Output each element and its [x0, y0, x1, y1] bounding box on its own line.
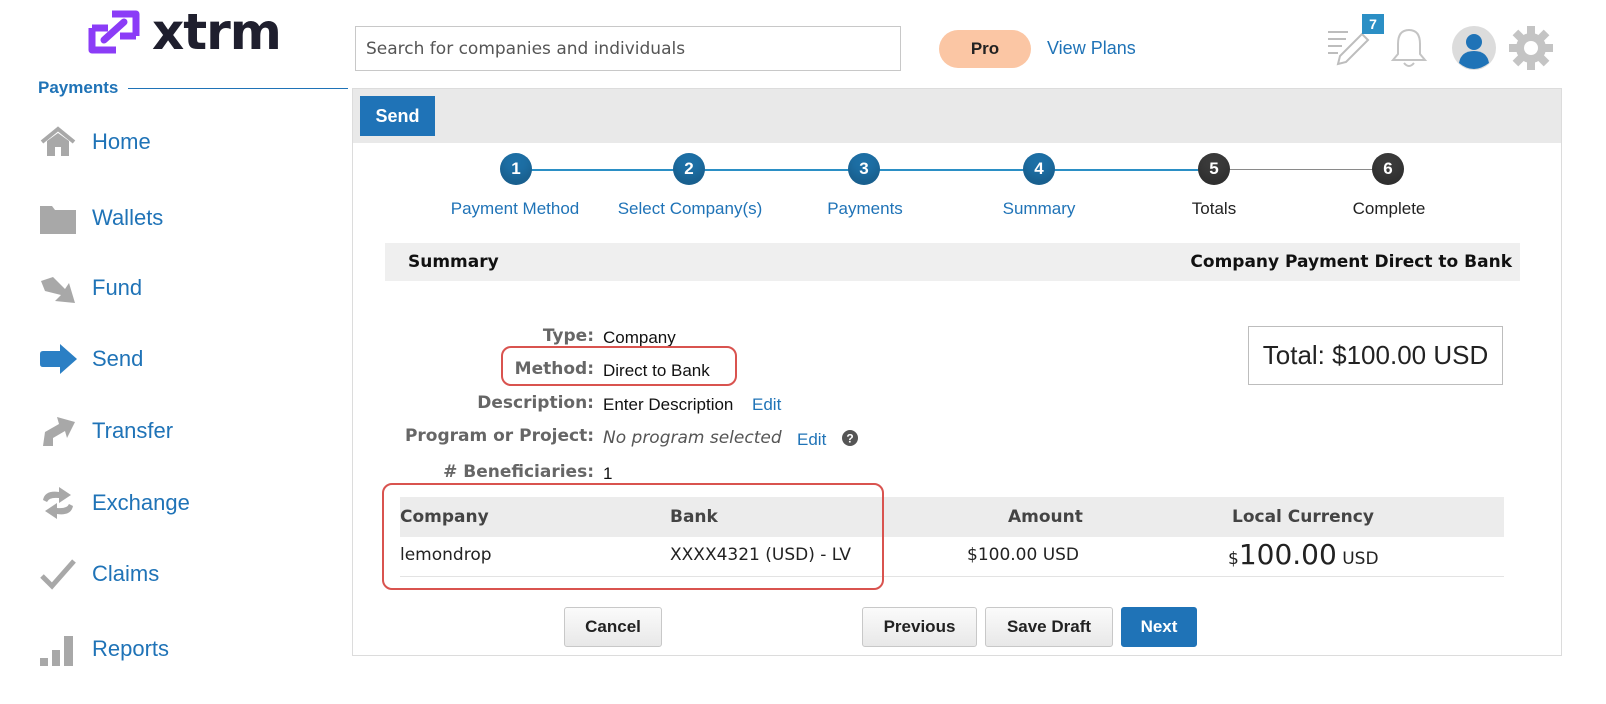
gear-icon[interactable]: [1507, 24, 1555, 77]
step-6-circle: 6: [1372, 153, 1404, 185]
sidebar-item-label: Send: [92, 346, 144, 371]
next-button[interactable]: Next: [1121, 607, 1197, 647]
program-value: No program selected: [603, 428, 782, 448]
cancel-button[interactable]: Cancel: [564, 607, 662, 647]
fund-arrow-icon: [38, 270, 78, 306]
bar-chart-icon: [38, 631, 78, 667]
previous-button[interactable]: Previous: [862, 607, 977, 647]
program-label: Program or Project:: [404, 426, 594, 446]
notification-count-badge: 7: [1362, 14, 1384, 34]
search-input[interactable]: [355, 26, 901, 71]
sidebar-item-home[interactable]: Home: [38, 124, 151, 160]
step-3-circle[interactable]: 3: [848, 153, 880, 185]
user-avatar-icon[interactable]: [1451, 25, 1497, 76]
exchange-icon: [38, 485, 78, 521]
sidebar-item-label: Wallets: [92, 205, 164, 230]
total-amount-box: Total: $100.00 USD: [1248, 326, 1503, 385]
folder-icon: [38, 200, 78, 236]
sidebar-divider: [128, 87, 348, 89]
step-2-circle[interactable]: 2: [673, 153, 705, 185]
cell-local-currency: $100.00 USD: [1228, 538, 1379, 571]
edit-description-link[interactable]: Edit: [752, 395, 781, 415]
type-label: Type:: [542, 326, 594, 346]
cell-amount: $100.00 USD: [967, 545, 1080, 565]
summary-subtitle: Company Payment Direct to Bank: [1190, 252, 1512, 272]
bell-icon[interactable]: [1389, 26, 1429, 75]
logo-link-icon: [88, 10, 140, 54]
svg-text:?: ?: [846, 432, 853, 446]
summary-title: Summary: [408, 252, 499, 272]
sidebar-item-label: Reports: [92, 636, 170, 661]
beneficiaries-value: 1: [603, 464, 613, 483]
step-2-label[interactable]: Select Company(s): [600, 199, 780, 219]
home-icon: [38, 124, 78, 160]
sidebar-item-wallets[interactable]: Wallets: [38, 200, 163, 236]
sidebar-item-label: Home: [92, 129, 151, 154]
transfer-arrow-icon: [38, 413, 78, 449]
step-5-circle: 5: [1198, 153, 1230, 185]
help-question-icon[interactable]: ?: [842, 430, 858, 451]
sidebar-item-label: Claims: [92, 561, 160, 586]
checkmark-icon: [38, 556, 78, 592]
stepper-remaining-line: [1214, 169, 1388, 170]
step-1-label[interactable]: Payment Method: [425, 199, 605, 219]
step-5-label: Totals: [1191, 199, 1237, 218]
sidebar-item-claims[interactable]: Claims: [38, 556, 159, 592]
local-currency-code: USD: [1342, 549, 1379, 569]
description-label: Description:: [477, 393, 594, 413]
step-1-circle[interactable]: 1: [500, 153, 532, 185]
save-draft-button[interactable]: Save Draft: [985, 607, 1113, 647]
plan-badge: Pro: [939, 30, 1031, 68]
summary-header-bar: Summary Company Payment Direct to Bank: [385, 243, 1520, 281]
beneficiaries-label: # Beneficiaries:: [443, 462, 594, 482]
sidebar-section-header: Payments: [38, 78, 348, 98]
method-highlight-box: [501, 346, 737, 386]
step-4-circle[interactable]: 4: [1023, 153, 1055, 185]
edit-program-link[interactable]: Edit: [797, 430, 826, 450]
sidebar-item-label: Transfer: [92, 418, 174, 443]
column-header-local-currency: Local Currency: [1232, 507, 1374, 527]
sidebar-section-title: Payments: [38, 78, 119, 97]
company-bank-highlight-box: [382, 483, 884, 590]
sidebar-item-send[interactable]: Send: [38, 341, 143, 377]
logo-text: xtrm: [152, 3, 282, 61]
step-6-label: Complete: [1352, 199, 1426, 218]
type-value: Company: [603, 328, 676, 347]
step-4-label[interactable]: Summary: [949, 199, 1129, 219]
send-arrow-icon: [38, 341, 78, 377]
view-plans-link[interactable]: View Plans: [1047, 38, 1136, 59]
step-3-label[interactable]: Payments: [775, 199, 955, 219]
panel-tab-bar: Send: [353, 89, 1561, 143]
sidebar-item-label: Fund: [92, 275, 143, 300]
sidebar-item-reports[interactable]: Reports: [38, 631, 169, 667]
description-value: Enter Description: [603, 395, 734, 414]
xtrm-logo[interactable]: xtrm: [86, 3, 282, 61]
sidebar-item-exchange[interactable]: Exchange: [38, 485, 190, 521]
sidebar-item-label: Exchange: [92, 490, 190, 515]
sidebar-item-transfer[interactable]: Transfer: [38, 413, 173, 449]
tab-send[interactable]: Send: [360, 96, 435, 136]
column-header-amount: Amount: [1008, 507, 1083, 527]
local-currency-symbol: $: [1228, 549, 1239, 569]
local-currency-amount: 100.00: [1238, 538, 1337, 571]
sidebar-item-fund[interactable]: Fund: [38, 270, 142, 306]
